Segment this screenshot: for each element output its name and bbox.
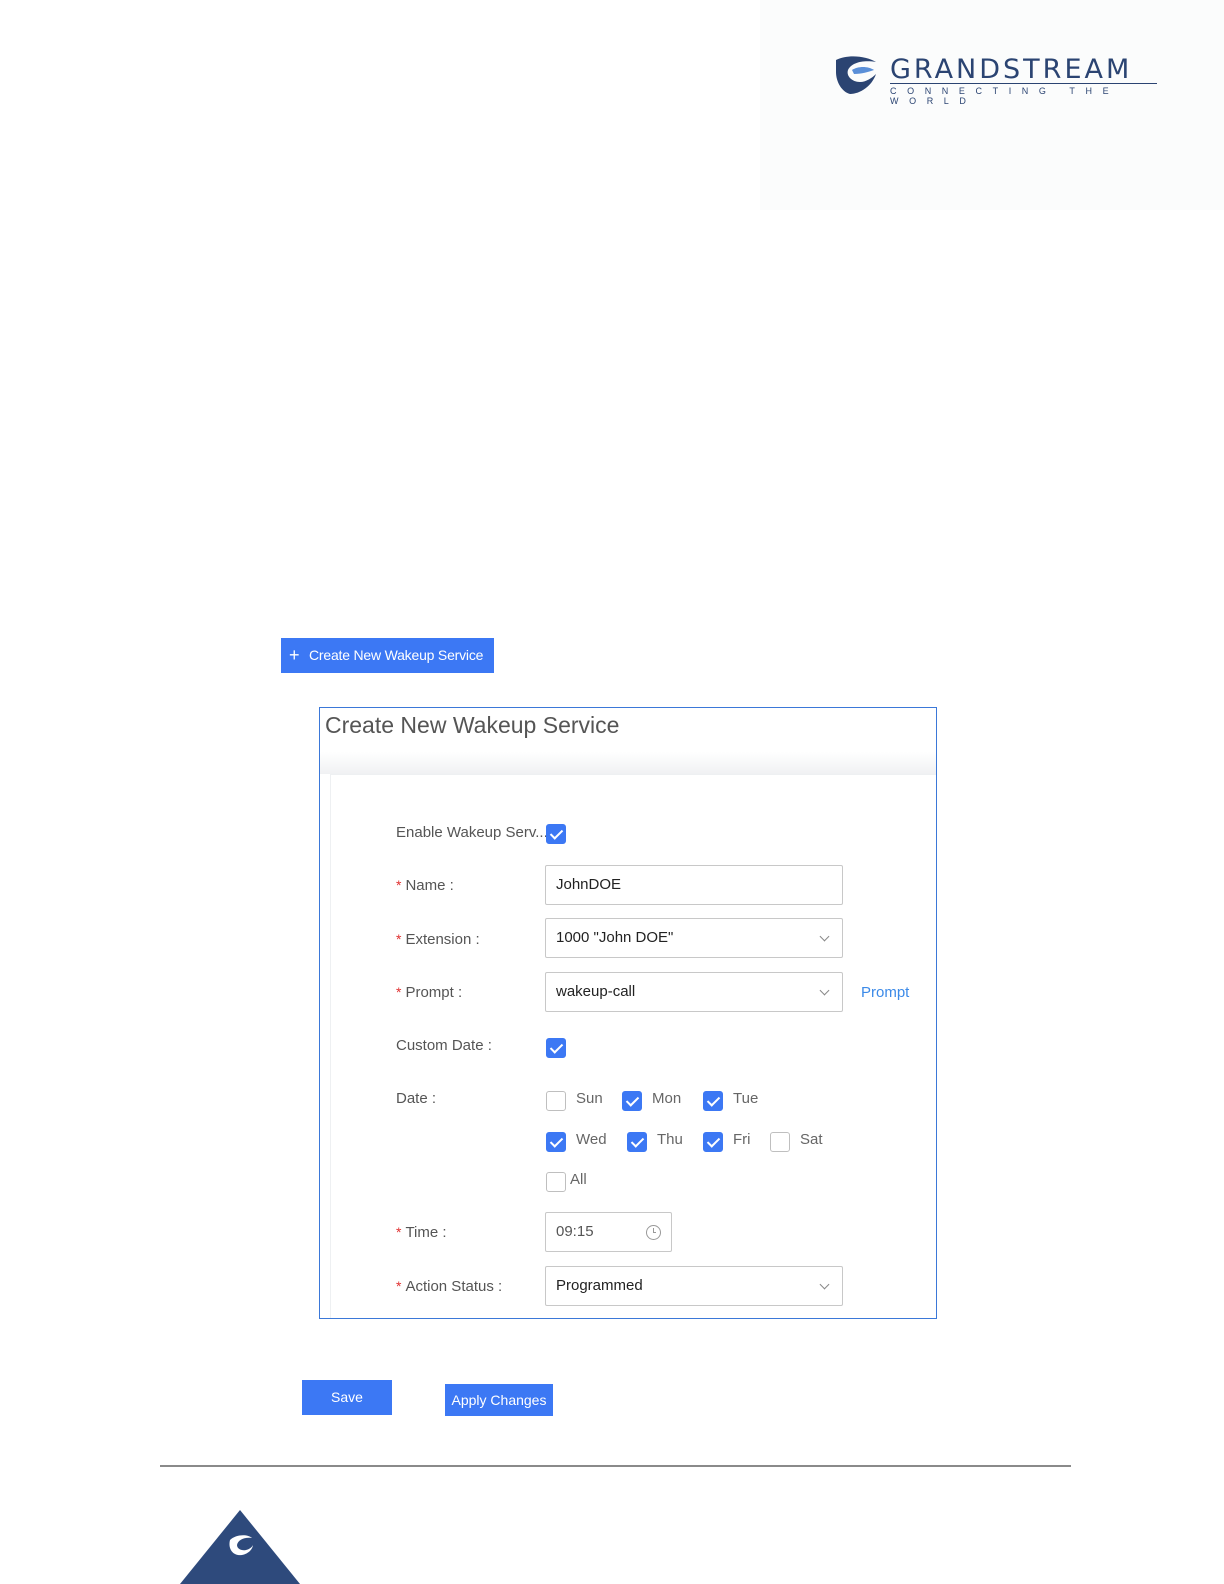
day-checkbox-thu[interactable] [627, 1132, 647, 1152]
chevron-down-icon [819, 985, 830, 996]
brand-wordmark: GRANDSTREAM [890, 54, 1133, 85]
required-mark: * [396, 877, 402, 893]
create-new-wakeup-service-button[interactable]: + Create New Wakeup Service [281, 638, 494, 673]
name-label: * Name : [396, 877, 454, 894]
brand-tagline: CONNECTING THE WORLD [890, 86, 1120, 106]
chevron-down-icon [819, 931, 830, 942]
day-label-sat: Sat [800, 1131, 823, 1148]
enable-wakeup-label: Enable Wakeup Serv... [396, 824, 548, 841]
custom-date-label: Custom Date : [396, 1037, 492, 1054]
day-label-fri: Fri [733, 1131, 751, 1148]
time-input[interactable]: 09:15 [545, 1212, 672, 1252]
prompt-link[interactable]: Prompt [861, 984, 909, 1001]
footer-logo-icon [180, 1510, 300, 1584]
save-button[interactable]: Save [302, 1380, 392, 1415]
clock-icon[interactable] [646, 1225, 661, 1240]
date-label: Date : [396, 1090, 437, 1107]
day-label-wed: Wed [576, 1131, 607, 1148]
apply-changes-button[interactable]: Apply Changes [445, 1384, 553, 1416]
dialog-title: Create New Wakeup Service [325, 712, 620, 738]
action-status-value: Programmed [556, 1277, 643, 1294]
create-wakeup-service-dialog: Create New Wakeup Service Enable Wakeup … [319, 707, 937, 1319]
custom-date-checkbox[interactable] [546, 1038, 566, 1058]
day-checkbox-tue[interactable] [703, 1091, 723, 1111]
day-checkbox-all[interactable] [546, 1172, 566, 1192]
extension-select-value: 1000 "John DOE" [556, 929, 674, 946]
chevron-down-icon [819, 1279, 830, 1290]
action-status-select[interactable]: Programmed [545, 1266, 843, 1306]
action-status-label: * Action Status : [396, 1278, 503, 1295]
brand-underline [890, 83, 1157, 84]
day-label-tue: Tue [733, 1090, 759, 1107]
extension-select[interactable]: 1000 "John DOE" [545, 918, 843, 958]
plus-icon: + [289, 645, 300, 665]
prompt-label: * Prompt : [396, 984, 463, 1001]
day-label-sun: Sun [576, 1090, 603, 1107]
footer-divider [160, 1465, 1071, 1467]
dialog-title-divider [320, 752, 936, 774]
enable-wakeup-checkbox[interactable] [546, 824, 566, 844]
time-label: * Time : [396, 1224, 447, 1241]
grandstream-logo: GRANDSTREAM CONNECTING THE WORLD [832, 52, 1162, 106]
time-input-value: 09:15 [556, 1223, 594, 1240]
day-checkbox-fri[interactable] [703, 1132, 723, 1152]
day-label-thu: Thu [657, 1131, 683, 1148]
day-checkbox-sat[interactable] [770, 1132, 790, 1152]
name-input[interactable]: JohnDOE [545, 865, 843, 905]
day-checkbox-mon[interactable] [622, 1091, 642, 1111]
day-checkbox-sun[interactable] [546, 1091, 566, 1111]
create-button-label: Create New Wakeup Service [309, 647, 484, 663]
day-checkbox-wed[interactable] [546, 1132, 566, 1152]
grandstream-swoosh-icon [836, 56, 876, 94]
prompt-select[interactable]: wakeup-call [545, 972, 843, 1012]
extension-label: * Extension : [396, 931, 480, 948]
day-label-all: All [570, 1171, 587, 1188]
prompt-select-value: wakeup-call [556, 983, 636, 1000]
day-label-mon: Mon [652, 1090, 682, 1107]
